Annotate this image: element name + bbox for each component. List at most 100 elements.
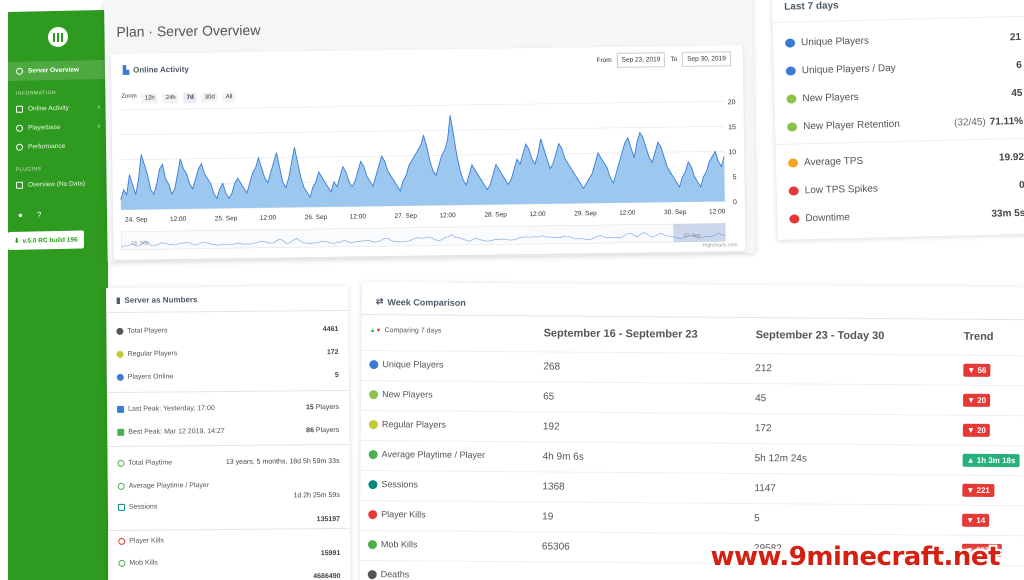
last7-row-value: 33m 5s (991, 208, 1024, 220)
mob-kills-label: Mob Kills (129, 559, 158, 567)
navigator-label: 23. Sep (683, 233, 701, 239)
help-icon[interactable]: ? (37, 210, 41, 219)
week-row-prev-value: 4h 9m 6s (542, 451, 584, 463)
last7-row: Unique Players 21 (784, 32, 1024, 49)
week-comparison-title-text: Week Comparison (387, 296, 466, 308)
week-row-label: Mob Kills (380, 539, 418, 550)
last7-row-number: 33m 5s (991, 207, 1024, 220)
sidebar-item-online-activity[interactable]: Online Activity › (8, 98, 108, 119)
crosshairs-icon (368, 509, 378, 519)
week-row-label-cell: Average Playtime / Player (368, 449, 485, 460)
week-row-label-cell: Deaths (367, 569, 409, 579)
sidebar-item-plugins-overview[interactable]: Overview (No Data) (8, 174, 108, 195)
version-button[interactable]: ⬇ v.5.0 RC build 196 (8, 230, 84, 250)
caret-down-icon: ▼ (967, 395, 978, 405)
chart-icon (16, 105, 23, 113)
last-peak-unit: Players (315, 403, 340, 412)
y-tick-label: 20 (728, 99, 736, 106)
online-activity-title-text: Online Activity (133, 64, 189, 75)
x-tick-label: 29. Sep (574, 210, 597, 217)
last7-row-value: 0 (1019, 180, 1024, 191)
sidebar-item-label: Server Overview (28, 66, 79, 75)
avg-playtime-row: Average Playtime / Player (117, 481, 340, 490)
sidebar-item-server-overview[interactable]: Server Overview (8, 59, 108, 81)
users-plus-icon (786, 94, 797, 104)
trend-value: 1h 3m 18s (976, 455, 1016, 466)
last7-row: Low TPS Spikes 0 (788, 180, 1024, 197)
best-peak-number: 86 (306, 427, 314, 435)
column-header-this-week: September 23 - Today 30 (755, 329, 885, 343)
players-online-row: Players Online 5 (116, 372, 339, 381)
last7-row-number: 0 (1018, 179, 1024, 192)
chevron-right-icon: › (97, 123, 100, 131)
divider (106, 309, 349, 313)
player-kills-label: Player Kills (129, 537, 164, 545)
week-row-label: New Players (382, 389, 433, 400)
last7-row-label: New Players (802, 91, 859, 105)
to-date-input[interactable]: Sep 30, 2019 (682, 51, 731, 67)
calendar-check-icon (368, 479, 378, 489)
sidebar: Server Overview INFORMATION Online Activ… (8, 9, 108, 580)
user-circle-icon (787, 122, 798, 132)
last-peak-value: 15 Players (306, 404, 339, 411)
week-row-label-cell: Sessions (368, 479, 418, 489)
x-tick-label: 12:00 (529, 211, 546, 218)
users-icon (369, 359, 379, 369)
gridline (119, 101, 724, 111)
last7-row: New Players 45 (786, 88, 1024, 105)
last7-row: Average TPS 19.92 (787, 152, 1024, 169)
last-peak-label: Last Peak: Yesterday, 17:00 (128, 405, 215, 413)
last7-row-value: 19.92 (999, 152, 1024, 164)
last7-row-subvalue: (32/45) (953, 116, 986, 129)
chart-line-icon (117, 405, 125, 413)
power-icon (789, 214, 800, 224)
series-area[interactable] (120, 111, 725, 210)
caret-down-icon: ▼ (966, 425, 978, 435)
highcharts-credit[interactable]: Highcharts.com (703, 242, 738, 248)
week-row-this-value: 212 (755, 363, 773, 375)
online-activity-chart[interactable]: 0 5 10 15 20 24. Sep 12:00 25. Sep 12:00 26. Sep 1… (111, 73, 745, 258)
plan-logo[interactable] (48, 26, 68, 48)
week-row-label: Sessions (381, 479, 418, 490)
users-icon (784, 38, 796, 48)
last7-row-value: 45 (1011, 88, 1022, 99)
week-row-label-cell: Mob Kills (367, 539, 418, 550)
last-peak-number: 15 (305, 404, 314, 412)
clock-icon (117, 459, 125, 467)
divider (772, 15, 1024, 23)
mob-kills-value: 4686490 (313, 572, 341, 580)
week-row-this-value: 5 (754, 513, 760, 525)
online-activity-title: ▙ Online Activity (123, 65, 189, 75)
last7-row-number: 71.11% (989, 115, 1024, 128)
total-playtime-row: Total Playtime 13 years, 5 months, 18d 5… (117, 458, 340, 467)
sidebar-section-information: INFORMATION (16, 89, 57, 97)
week-row-prev-value: 1368 (542, 481, 565, 493)
calendar-check-icon (117, 503, 125, 511)
from-date-input[interactable]: Sep 23, 2019 (616, 52, 666, 68)
player-kills-row: Player Kills (118, 536, 340, 545)
sidebar-item-label: Performance (28, 142, 66, 151)
palette-icon[interactable]: ● (18, 211, 23, 220)
navigator[interactable] (120, 223, 726, 251)
y-tick-label: 15 (728, 124, 736, 131)
sidebar-item-playerbase[interactable]: Playerbase › (8, 117, 108, 138)
crosshairs-icon (367, 539, 377, 549)
server-numbers-title: ▮ Server as Numbers (116, 295, 197, 305)
avg-playtime-value: 1d 2h 25m 59s (293, 491, 340, 500)
cubes-icon (16, 181, 23, 189)
sidebar-item-performance[interactable]: Performance (8, 136, 108, 157)
total-playtime-label: Total Playtime (128, 459, 173, 467)
divider (107, 443, 350, 447)
caret-down-icon: ▼ (966, 515, 977, 525)
clock-icon (368, 449, 378, 459)
gridline (119, 126, 724, 136)
users-icon (116, 327, 124, 335)
clock-icon (117, 482, 125, 490)
week-row-this-value: 45 (755, 393, 767, 405)
best-peak-row: Best Peak: Mar 12 2019, 14:27 86 Players (117, 427, 339, 436)
last7-row-label: New Player Retention (803, 118, 900, 133)
to-label: To (670, 56, 678, 64)
gauge-icon (787, 158, 799, 168)
x-tick-label: 28. Sep (484, 211, 507, 218)
player-kills-value: 15991 (320, 549, 341, 558)
